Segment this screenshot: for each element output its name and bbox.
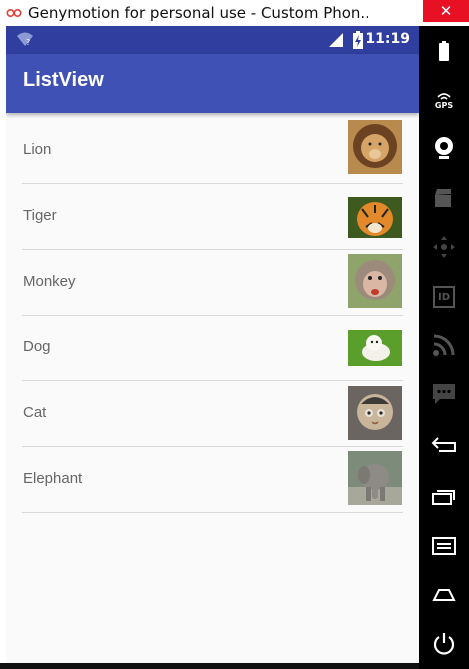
list-item-label: Dog	[23, 338, 51, 355]
status-bar: ? 11:19	[6, 26, 419, 54]
svg-text:?: ?	[26, 38, 30, 47]
list-item-label: Elephant	[23, 470, 83, 487]
list-item-cat[interactable]: Cat	[6, 381, 419, 447]
gps-icon[interactable]: GPS	[419, 86, 469, 114]
list-item-monkey[interactable]: Monkey	[6, 250, 419, 316]
sms-icon[interactable]	[419, 381, 469, 407]
window-title: Genymotion for personal use - Custom Pho…	[28, 4, 368, 22]
recent-apps-icon[interactable]	[419, 484, 469, 508]
elephant-thumbnail	[348, 451, 402, 505]
battery-icon[interactable]	[419, 40, 469, 62]
list-item-label: Cat	[23, 404, 47, 421]
back-icon[interactable]	[419, 433, 469, 457]
wifi-icon: ?	[16, 31, 34, 51]
tiger-thumbnail	[348, 197, 402, 238]
monkey-thumbnail	[348, 254, 402, 308]
cat-thumbnail	[348, 386, 402, 440]
genymotion-logo-icon	[6, 5, 22, 21]
lion-thumbnail	[348, 120, 402, 174]
page-title: ListView	[23, 69, 104, 91]
app-toolbar: ListView	[6, 54, 419, 113]
list-item-tiger[interactable]: Tiger	[6, 184, 419, 250]
list-item-lion[interactable]: Lion	[6, 118, 419, 184]
list-item-label: Tiger	[23, 207, 57, 224]
battery-charging-icon	[353, 31, 363, 53]
id-label: ID	[437, 291, 451, 303]
list-item-elephant[interactable]: Elephant	[6, 447, 419, 513]
home-icon[interactable]	[419, 583, 469, 607]
emulator-window: Genymotion for personal use - Custom Pho…	[0, 0, 469, 669]
list-item-label: Monkey	[23, 273, 76, 290]
close-button[interactable]: ✕	[423, 0, 469, 22]
clapperboard-icon[interactable]	[419, 186, 469, 210]
status-time: 11:19	[365, 31, 410, 47]
dog-thumbnail	[348, 330, 402, 366]
row-divider	[22, 512, 403, 513]
window-bottom-edge	[0, 663, 419, 669]
window-titlebar[interactable]: Genymotion for personal use - Custom Pho…	[0, 0, 469, 26]
list-item-dog[interactable]: Dog	[6, 315, 419, 381]
emulator-side-toolbar: GPS ID	[419, 26, 469, 669]
id-icon[interactable]: ID	[419, 284, 469, 310]
gps-label: GPS	[434, 100, 454, 110]
dpad-icon[interactable]	[419, 234, 469, 260]
webcam-icon[interactable]	[419, 134, 469, 162]
phone-screen: ? 11:19 ListView Lion Tiger Monkey Dog C…	[6, 26, 419, 663]
menu-icon[interactable]	[419, 534, 469, 558]
power-icon[interactable]	[419, 630, 469, 658]
signal-icon	[328, 32, 344, 52]
rss-icon[interactable]	[419, 332, 469, 358]
list-item-label: Lion	[23, 141, 52, 158]
